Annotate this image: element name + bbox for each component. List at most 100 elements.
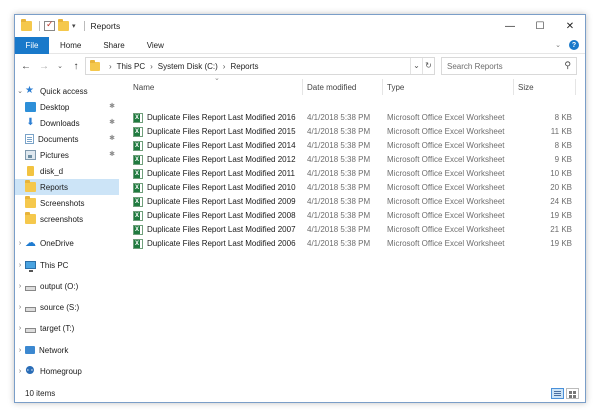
computer-icon (25, 261, 36, 272)
address-bar[interactable]: › This PC › System Disk (C:) › Reports ⌄… (85, 57, 435, 75)
breadcrumb-separator[interactable]: › (109, 62, 112, 71)
customize-toolbar-icon[interactable]: ▾ (72, 22, 76, 30)
table-row[interactable]: Duplicate Files Report Last Modified 200… (119, 209, 585, 223)
file-name-cell: Duplicate Files Report Last Modified 201… (133, 153, 296, 167)
details-view-button[interactable] (551, 388, 564, 399)
table-row[interactable]: Duplicate Files Report Last Modified 201… (119, 153, 585, 167)
sidebar-item-onedrive[interactable]: › ☁ OneDrive (15, 235, 119, 251)
sidebar-item-label: Reports (40, 182, 69, 192)
pin-icon: ✱ (109, 103, 115, 110)
usb-drive-icon (27, 166, 34, 176)
close-button[interactable]: ✕ (555, 15, 585, 37)
column-header-name[interactable]: Name (129, 79, 289, 95)
sidebar-item-output[interactable]: › output (O:) (15, 278, 119, 294)
breadcrumb-this-pc[interactable]: This PC (117, 62, 145, 71)
expand-icon[interactable]: › (15, 347, 25, 354)
sidebar-item-source[interactable]: › source (S:) (15, 299, 119, 315)
expand-icon[interactable]: › (15, 304, 25, 311)
homegroup-icon: ⚉ (25, 365, 35, 377)
sidebar-item-desktop[interactable]: Desktop ✱ (15, 99, 119, 115)
search-icon[interactable]: ⚲ (564, 60, 571, 71)
sidebar-item-label: Downloads (40, 118, 80, 128)
table-row[interactable]: Duplicate Files Report Last Modified 201… (119, 167, 585, 181)
maximize-button[interactable]: ☐ (525, 15, 555, 37)
sidebar-item-screenshots-lower[interactable]: screenshots (15, 211, 119, 227)
date-modified-cell: 4/1/2018 5:38 PM (307, 183, 371, 192)
expand-icon[interactable]: › (15, 240, 25, 247)
sidebar-item-quick-access[interactable]: ⌄ ★ Quick access (15, 83, 119, 99)
expand-ribbon-icon[interactable]: ⌄ (555, 41, 561, 49)
documents-icon (25, 134, 34, 144)
expand-icon[interactable]: › (15, 368, 25, 375)
table-row[interactable]: Duplicate Files Report Last Modified 201… (119, 139, 585, 153)
tab-file[interactable]: File (15, 36, 49, 54)
column-header-size[interactable]: Size (514, 79, 574, 95)
sidebar-item-label: Screenshots (40, 198, 85, 208)
large-icons-view-button[interactable] (566, 388, 579, 399)
sidebar-item-downloads[interactable]: ⬇ Downloads ✱ (15, 115, 119, 131)
date-modified-cell: 4/1/2018 5:38 PM (307, 155, 371, 164)
expand-icon[interactable]: ⌄ (15, 87, 25, 95)
size-cell: 21 KB (550, 225, 572, 234)
table-row[interactable]: Duplicate Files Report Last Modified 200… (119, 195, 585, 209)
sidebar-item-network[interactable]: › Network (15, 342, 119, 358)
address-dropdown-icon[interactable]: ⌄ (410, 58, 422, 74)
sidebar-item-reports[interactable]: Reports (15, 179, 119, 195)
table-row[interactable]: Duplicate Files Report Last Modified 200… (119, 223, 585, 237)
table-row[interactable]: Duplicate Files Report Last Modified 200… (119, 237, 585, 251)
type-cell: Microsoft Office Excel Worksheet (387, 197, 505, 206)
refresh-icon[interactable]: ↻ (422, 58, 434, 74)
recent-locations-button[interactable]: ⌄ (55, 62, 65, 70)
back-button[interactable]: ← (19, 61, 33, 72)
folder-icon[interactable] (21, 19, 32, 31)
breadcrumb-separator[interactable]: › (223, 62, 226, 71)
new-folder-icon[interactable] (58, 19, 69, 31)
breadcrumb-reports[interactable]: Reports (230, 62, 258, 71)
tab-view[interactable]: View (136, 41, 175, 50)
sidebar-item-homegroup[interactable]: › ⚉ Homegroup (15, 363, 119, 379)
table-row[interactable]: Duplicate Files Report Last Modified 201… (119, 125, 585, 139)
excel-file-icon (133, 197, 143, 207)
search-box[interactable]: ⚲ (441, 57, 577, 75)
file-name-cell: Duplicate Files Report Last Modified 200… (133, 237, 296, 251)
search-input[interactable] (447, 61, 557, 71)
properties-icon[interactable] (44, 19, 55, 31)
folder-icon (25, 212, 36, 224)
type-cell: Microsoft Office Excel Worksheet (387, 127, 505, 136)
size-cell: 8 KB (554, 113, 572, 122)
table-row[interactable]: Duplicate Files Report Last Modified 201… (119, 181, 585, 195)
date-modified-cell: 4/1/2018 5:38 PM (307, 211, 371, 220)
sidebar-item-label: screenshots (40, 214, 84, 224)
sidebar-item-label: output (O:) (40, 281, 79, 291)
tab-home[interactable]: Home (49, 41, 92, 50)
expand-icon[interactable]: › (15, 283, 25, 290)
expand-icon[interactable]: › (15, 325, 25, 332)
column-divider[interactable] (575, 79, 576, 95)
expand-icon[interactable]: › (15, 262, 25, 269)
help-icon[interactable]: ? (569, 40, 579, 50)
breadcrumb-system-disk[interactable]: System Disk (C:) (158, 62, 218, 71)
size-cell: 24 KB (550, 197, 572, 206)
table-row[interactable]: Duplicate Files Report Last Modified 201… (119, 111, 585, 125)
type-cell: Microsoft Office Excel Worksheet (387, 239, 505, 248)
sidebar-item-label: Network (39, 345, 69, 355)
date-modified-cell: 4/1/2018 5:38 PM (307, 113, 371, 122)
sidebar-item-target[interactable]: › target (T:) (15, 320, 119, 336)
sidebar-item-disk-d[interactable]: disk_d (15, 163, 119, 179)
tab-share[interactable]: Share (92, 41, 135, 50)
forward-button[interactable]: → (37, 61, 51, 72)
sidebar-item-documents[interactable]: Documents ✱ (15, 131, 119, 147)
minimize-button[interactable]: — (495, 15, 525, 37)
date-modified-cell: 4/1/2018 5:38 PM (307, 141, 371, 150)
address-actions: ⌄ ↻ (410, 58, 434, 74)
column-header-date[interactable]: Date modified (303, 79, 383, 95)
type-cell: Microsoft Office Excel Worksheet (387, 225, 505, 234)
sidebar-item-this-pc[interactable]: › This PC (15, 257, 119, 273)
up-button[interactable]: ↑ (69, 61, 83, 72)
breadcrumb-separator[interactable]: › (150, 62, 153, 71)
drive-icon (25, 285, 36, 291)
star-icon: ★ (25, 85, 34, 96)
sidebar-item-screenshots[interactable]: Screenshots (15, 195, 119, 211)
sidebar-item-pictures[interactable]: Pictures ✱ (15, 147, 119, 163)
column-header-type[interactable]: Type (383, 79, 513, 95)
